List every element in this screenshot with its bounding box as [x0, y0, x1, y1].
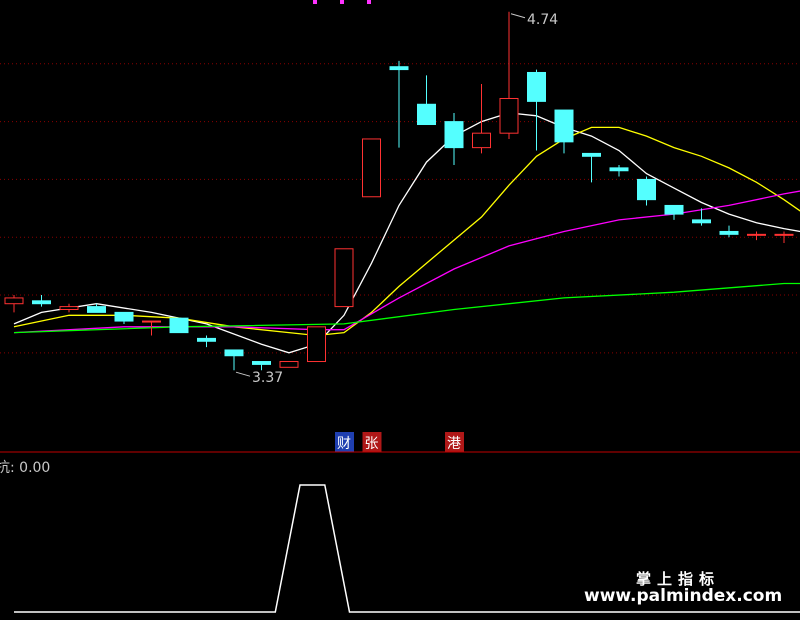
event-mark-label-0: 财 [337, 436, 351, 452]
stock-chart: 4.743.37 财张港 抗: 0.00 掌上指标 www.palmindex.… [0, 0, 800, 620]
candle-body-28 [774, 233, 794, 236]
watermark-url: www.palmindex.com [584, 586, 782, 606]
annotation-label-1: 3.37 [252, 370, 283, 386]
event-mark-label-2: 港 [447, 436, 461, 452]
candle-body-23 [637, 178, 656, 201]
candle-body-5 [142, 320, 161, 323]
candle-body-9 [252, 361, 271, 365]
candle-body-24 [664, 204, 684, 215]
candle-body-1 [32, 300, 51, 305]
candle-body-11 [307, 326, 326, 363]
candle-body-10 [279, 361, 299, 368]
candle-body-13 [362, 138, 381, 198]
candle-body-4 [114, 311, 134, 322]
candle-body-6 [169, 317, 189, 334]
annotation-label-0: 4.74 [527, 12, 558, 28]
candle-body-12 [334, 248, 354, 308]
candle-body-20 [554, 109, 574, 143]
chart-background [0, 0, 800, 620]
candle-body-18 [499, 97, 519, 134]
candle-body-3 [87, 306, 106, 313]
candle-body-25 [692, 219, 711, 224]
top-marker-2 [367, 0, 371, 4]
top-marker-1 [340, 0, 344, 4]
candle-body-27 [747, 233, 766, 236]
candle-body-19 [527, 71, 546, 102]
indicator-label: 抗: 0.00 [0, 460, 50, 476]
candle-body-22 [609, 167, 629, 172]
candle-body-8 [224, 349, 244, 357]
candle-body-15 [417, 103, 436, 126]
candle-body-14 [389, 66, 409, 71]
candle-body-7 [197, 337, 216, 342]
event-mark-label-1: 张 [365, 436, 379, 452]
candle-body-16 [444, 121, 464, 149]
candle-body-17 [472, 132, 491, 149]
top-marker-0 [313, 0, 317, 4]
candle-body-26 [719, 230, 739, 235]
candle-body-2 [59, 306, 79, 310]
candle-body-0 [4, 297, 24, 305]
candle-body-21 [582, 152, 601, 157]
